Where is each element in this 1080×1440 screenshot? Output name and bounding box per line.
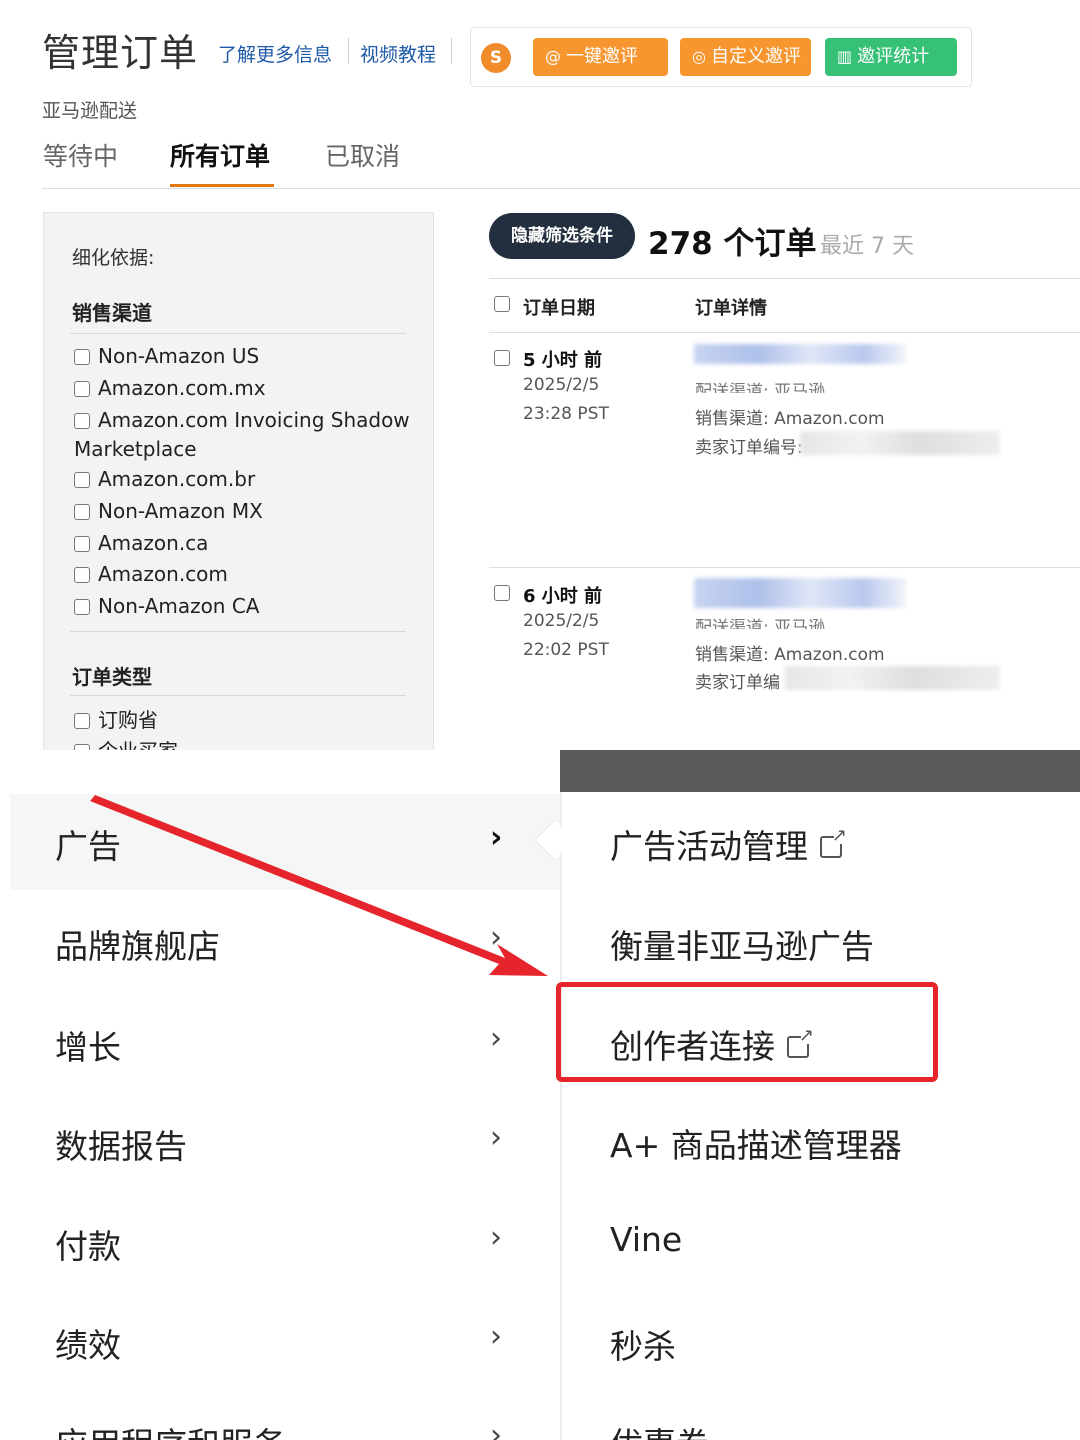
fulfillment-label: 亚马逊配送	[42, 100, 138, 122]
one-click-review-button[interactable]: @ 一键邀评	[533, 38, 668, 76]
divider	[70, 695, 406, 696]
relative-time: 6 小时 前	[523, 586, 603, 607]
filter-option[interactable]: Amazon.com Invoicing Shadow Marketplace	[74, 406, 419, 464]
custom-review-button[interactable]: ◎ 自定义邀评	[680, 38, 811, 76]
filter-option[interactable]: Non-Amazon CA	[74, 592, 419, 621]
redacted-order-id	[694, 344, 906, 364]
checkbox[interactable]	[74, 536, 90, 552]
review-stats-label: 邀评统计	[857, 46, 930, 67]
redacted-seller-order-id	[800, 431, 1000, 455]
filter-option[interactable]: Amazon.ca	[74, 529, 419, 558]
filter-option[interactable]: Amazon.com.br	[74, 465, 419, 494]
redacted-seller-order-id	[785, 666, 1000, 690]
row-checkbox[interactable]	[494, 350, 510, 366]
filter-option-label: 订购省	[98, 708, 158, 732]
order-count: 278 个订单	[648, 226, 817, 262]
video-tutorial-link[interactable]: 视频教程	[360, 40, 436, 67]
page-title: 管理订单	[42, 31, 199, 75]
seller-order-label: 卖家订单编号:	[695, 438, 803, 458]
order-date: 2025/2/5	[523, 375, 600, 395]
checkbox[interactable]	[74, 504, 90, 520]
sales-channel-heading: 销售渠道	[72, 301, 152, 325]
checkbox[interactable]	[74, 599, 90, 615]
filter-option-label: Amazon.ca	[98, 531, 209, 555]
divider	[489, 278, 1080, 279]
checkbox[interactable]	[74, 472, 90, 488]
filter-option-label: Amazon.com.mx	[98, 376, 266, 400]
divider	[489, 332, 1080, 333]
divider	[451, 38, 452, 64]
divider	[489, 567, 1080, 568]
plugin-toolbar: S @ 一键邀评 ◎ 自定义邀评 ▥ 邀评统计	[470, 27, 972, 87]
tab-all-orders[interactable]: 所有订单	[170, 137, 270, 173]
one-click-review-label: 一键邀评	[566, 46, 638, 67]
row-checkbox[interactable]	[494, 585, 510, 601]
filter-title: 细化依据:	[72, 247, 155, 269]
learn-more-link[interactable]: 了解更多信息	[218, 40, 332, 67]
column-header-order-date[interactable]: 订单日期	[523, 294, 595, 320]
filter-option[interactable]: Amazon.com	[74, 560, 419, 589]
annotation-arrow	[90, 795, 548, 976]
filter-option-label: Amazon.com	[98, 562, 228, 586]
redacted-order-id	[694, 578, 906, 608]
bar-chart-icon: ▥	[837, 47, 853, 66]
filter-option[interactable]: Non-Amazon MX	[74, 497, 419, 526]
target-icon: ◎	[692, 47, 706, 66]
relative-time: 5 小时 前	[523, 350, 603, 371]
divider	[70, 333, 406, 334]
filter-option[interactable]: Non-Amazon US	[74, 342, 419, 371]
filter-option-label: Non-Amazon MX	[98, 499, 263, 523]
divider	[348, 38, 349, 64]
filter-option-label: Non-Amazon US	[98, 344, 260, 368]
filter-option-label: Amazon.com.br	[98, 467, 256, 491]
filter-option-label: 企业买家	[98, 739, 178, 750]
sales-channel: 销售渠道: Amazon.com	[695, 409, 885, 429]
seller-order-label: 卖家订单编	[695, 673, 780, 693]
order-date: 2025/2/5	[523, 611, 600, 631]
active-tab-indicator	[170, 184, 274, 187]
filter-option[interactable]: Amazon.com.mx	[74, 374, 419, 403]
divider	[42, 188, 1080, 189]
arrow-shape	[90, 795, 548, 976]
order-type-heading: 订单类型	[72, 665, 152, 689]
orders-screenshot: 管理订单 了解更多信息 视频教程 S @ 一键邀评 ◎ 自定义邀评 ▥ 邀评统计 亚马…	[0, 0, 1080, 750]
column-header-order-details: 订单详情	[695, 298, 767, 319]
checkbox[interactable]	[74, 567, 90, 583]
filter-option-label: Amazon.com Invoicing Shadow Marketplace	[74, 408, 410, 461]
plugin-logo-icon: S	[481, 43, 511, 73]
checkbox[interactable]	[74, 349, 90, 365]
checkbox[interactable]	[74, 381, 90, 397]
filter-panel: 细化依据: 销售渠道 Non-Amazon US Amazon.com.mx A…	[43, 212, 434, 750]
checkbox[interactable]	[74, 713, 90, 729]
review-stats-button[interactable]: ▥ 邀评统计	[825, 38, 957, 76]
date-range-label[interactable]: 最近 7 天	[820, 228, 914, 260]
delivery-channel: 配送渠道: 亚马逊	[695, 382, 826, 393]
navigation-menu-screenshot: 广告 › 品牌旗舰店 › 增长 › 数据报告 › 付款 › 绩效 › 应用程序和…	[0, 750, 1080, 1440]
hide-filters-button[interactable]: 隐藏筛选条件	[489, 213, 635, 259]
custom-review-label: 自定义邀评	[710, 46, 801, 67]
tab-cancelled[interactable]: 已取消	[325, 137, 400, 173]
at-icon: @	[545, 47, 561, 66]
order-time: 23:28 PST	[523, 404, 609, 424]
checkbox[interactable]	[74, 413, 90, 429]
tab-pending[interactable]: 等待中	[43, 137, 118, 173]
divider	[70, 631, 406, 632]
filter-option[interactable]: 订购省	[74, 706, 419, 735]
sales-channel: 销售渠道: Amazon.com	[695, 645, 885, 665]
delivery-channel: 配送渠道: 亚马逊	[695, 618, 826, 629]
select-all-checkbox[interactable]	[494, 296, 510, 312]
filter-option-label: Non-Amazon CA	[98, 594, 260, 618]
order-time: 22:02 PST	[523, 640, 609, 660]
filter-option[interactable]: 企业买家	[74, 737, 419, 750]
